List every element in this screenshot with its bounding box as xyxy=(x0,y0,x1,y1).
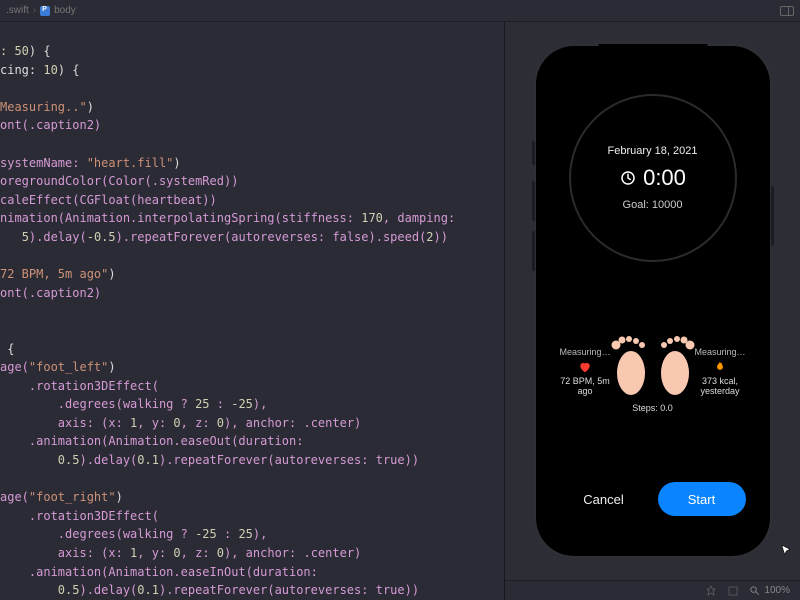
code-text: : xyxy=(0,44,14,58)
goal-label: Goal: 10000 xyxy=(623,199,683,211)
timer-value: 0:00 xyxy=(643,165,686,191)
progress-ring: February 18, 2021 0:00 Goal: 10000 xyxy=(569,94,737,262)
date-label: February 18, 2021 xyxy=(608,145,698,157)
breadcrumb[interactable]: .swift › body xyxy=(6,5,76,16)
pin-icon[interactable] xyxy=(705,585,717,597)
timer-display: 0:00 xyxy=(619,165,686,191)
app-screen: February 18, 2021 0:00 Goal: 10000 Measu… xyxy=(546,56,760,546)
zoom-value: 100% xyxy=(764,585,790,596)
breadcrumb-bar: .swift › body xyxy=(0,0,800,22)
power-button xyxy=(771,186,774,246)
preview-pane: February 18, 2021 0:00 Goal: 10000 Measu… xyxy=(505,22,800,600)
expand-icon[interactable] xyxy=(727,585,739,597)
cancel-button[interactable]: Cancel xyxy=(560,482,648,516)
device-frame: February 18, 2021 0:00 Goal: 10000 Measu… xyxy=(536,46,770,556)
stats-row: Measuring… 72 BPM, 5m ago xyxy=(546,262,760,482)
magnifier-icon xyxy=(749,585,760,596)
flame-icon xyxy=(713,360,727,374)
feet-graphic: Steps: 0.0 xyxy=(611,331,695,413)
sidebar-toggle-icon[interactable] xyxy=(780,6,794,16)
mute-switch xyxy=(532,141,535,165)
foot-right-icon xyxy=(655,331,695,397)
measuring-label: Measuring… xyxy=(695,347,746,358)
volume-down-button xyxy=(532,231,535,271)
foot-left-icon xyxy=(611,331,651,397)
bpm-label: 72 BPM, 5m ago xyxy=(560,376,611,398)
start-button[interactable]: Start xyxy=(658,482,746,516)
property-icon xyxy=(40,6,50,16)
heart-rate-stat: Measuring… 72 BPM, 5m ago xyxy=(560,347,611,397)
calories-stat: Measuring… 373 kcal, yesterday xyxy=(695,347,746,397)
clock-icon xyxy=(619,169,637,187)
chevron-right-icon: › xyxy=(33,5,36,16)
heart-icon xyxy=(578,360,592,374)
steps-label: Steps: 0.0 xyxy=(632,403,673,413)
measuring-label: Measuring… xyxy=(560,347,611,358)
zoom-control[interactable]: 100% xyxy=(749,585,790,596)
preview-status-bar: 100% xyxy=(505,580,800,600)
breadcrumb-symbol: body xyxy=(54,5,76,16)
cursor-icon xyxy=(780,544,794,558)
kcal-label: 373 kcal, yesterday xyxy=(695,376,746,398)
button-row: Cancel Start xyxy=(546,482,760,516)
breadcrumb-file: .swift xyxy=(6,5,29,16)
code-editor[interactable]: : 50) { cing: 10) { Measuring..") ont(.c… xyxy=(0,22,504,600)
preview-canvas[interactable]: February 18, 2021 0:00 Goal: 10000 Measu… xyxy=(505,22,800,580)
volume-up-button xyxy=(532,181,535,221)
